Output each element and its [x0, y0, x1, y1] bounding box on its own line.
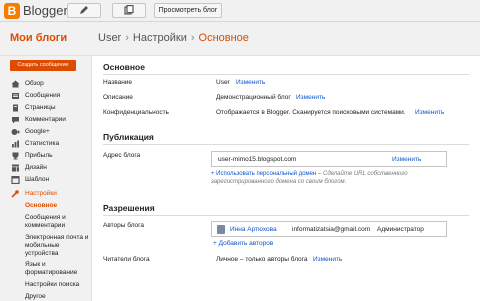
stats-icon [12, 140, 19, 148]
google-plus-icon [11, 129, 20, 135]
blog-authors-label: Авторы блога [103, 222, 145, 229]
comments-icon [12, 117, 19, 124]
sidebar-item-label: Обзор [25, 80, 44, 87]
divider [103, 215, 469, 216]
sidebar-item-label: Сообщения [25, 92, 61, 99]
sidebar: Создать сообщение Обзор Сообщения Страни… [0, 56, 92, 301]
author-row: Инна Артюхова informatizatsia@gmail.com … [211, 221, 447, 237]
author-email: informatizatsia@gmail.com [292, 226, 371, 233]
breadcrumb: User › Настройки › Основное [98, 32, 249, 44]
custom-domain-link[interactable]: + Использовать персональный домен [211, 171, 316, 177]
blog-address-label: Адрес блога [103, 152, 141, 159]
blog-readers-value: Личное – только авторы блога [216, 256, 308, 263]
settings-sub-other[interactable]: Другое [25, 293, 46, 301]
wrench-icon [11, 190, 19, 198]
privacy-label: Конфиденциальность [103, 109, 169, 116]
settings-sub-email-mobile[interactable]: Электронная почта и мобильные устройства [25, 234, 91, 258]
blog-name-value: User [216, 79, 230, 86]
home-icon [11, 80, 20, 88]
settings-sub-basic[interactable]: Основное [25, 202, 57, 210]
divider [103, 144, 469, 145]
section-title-publishing: Публикация [103, 132, 154, 142]
view-blog-button[interactable]: Просмотреть блог [154, 3, 222, 18]
breadcrumb-separator: › [125, 32, 129, 44]
edit-address-link[interactable]: Изменить [392, 156, 421, 163]
pencil-icon [80, 6, 88, 14]
blog-address-box: user-mimo15.blogspot.com Изменить [211, 151, 447, 167]
blog-address-value: user-mimo15.blogspot.com [218, 156, 297, 163]
section-title-permissions: Разрешения [103, 203, 155, 213]
description-value: Демонстрационный блог [216, 94, 291, 101]
breadcrumb-current: Основное [198, 32, 249, 44]
blogger-logo-icon[interactable]: B [4, 3, 20, 19]
sidebar-item-label: Комментарии [25, 116, 66, 123]
avatar [217, 225, 225, 234]
edit-description-link[interactable]: Изменить [296, 94, 325, 101]
edit-privacy-link[interactable]: Изменить [415, 109, 444, 116]
edit-name-link[interactable]: Изменить [236, 79, 265, 86]
author-role[interactable]: Администратор [377, 226, 424, 233]
settings-sub-search[interactable]: Настройки поиска [25, 281, 79, 289]
brand-name[interactable]: Blogger [23, 3, 68, 19]
add-authors-link[interactable]: + Добавить авторов [213, 240, 273, 247]
breadcrumb-blog[interactable]: User [98, 32, 121, 44]
name-label: Название [103, 79, 133, 86]
blog-readers-label: Читатели блога [103, 256, 150, 263]
pages-icon [13, 104, 18, 112]
sidebar-item-label: Настройки [25, 190, 57, 197]
top-bar: B Blogger Просмотреть блог [0, 0, 480, 22]
posts-icon [12, 93, 19, 99]
custom-domain-note: + Использовать персональный домен – Сдел… [211, 170, 441, 186]
sidebar-item-label: Google+ [25, 128, 50, 135]
copy-icon [124, 5, 134, 15]
earnings-icon [12, 152, 19, 160]
settings-sub-language[interactable]: Язык и форматирование [25, 261, 87, 277]
new-post-button[interactable]: Создать сообщение [10, 60, 76, 71]
new-post-pencil-button[interactable] [67, 3, 101, 18]
divider [103, 74, 469, 75]
breadcrumb-separator: › [190, 32, 195, 44]
description-label: Описание [103, 94, 133, 101]
section-title-basic: Основное [103, 62, 145, 72]
sidebar-item-label: Шаблон [25, 176, 50, 183]
sidebar-item-label: Страницы [25, 104, 56, 111]
template-icon [11, 176, 20, 184]
main-content: Основное Название User Изменить Описание… [93, 57, 480, 301]
breadcrumb-settings[interactable]: Настройки [133, 32, 187, 44]
layout-icon [12, 164, 19, 172]
header: Мои блоги User › Настройки › Основное [0, 22, 480, 56]
author-name-link[interactable]: Инна Артюхова [230, 226, 277, 233]
edit-readers-link[interactable]: Изменить [313, 256, 342, 263]
sidebar-item-label: Прибыль [25, 152, 53, 159]
sidebar-item-label: Статистика [25, 140, 60, 147]
privacy-value: Отображается в Blogger. Сканируется поис… [216, 109, 406, 116]
settings-sub-posts-comments[interactable]: Сообщения и комментарии [25, 214, 87, 230]
my-blogs-link[interactable]: Мои блоги [10, 32, 67, 44]
sidebar-item-label: Дизайн [25, 164, 47, 171]
posts-list-button[interactable] [112, 3, 146, 18]
